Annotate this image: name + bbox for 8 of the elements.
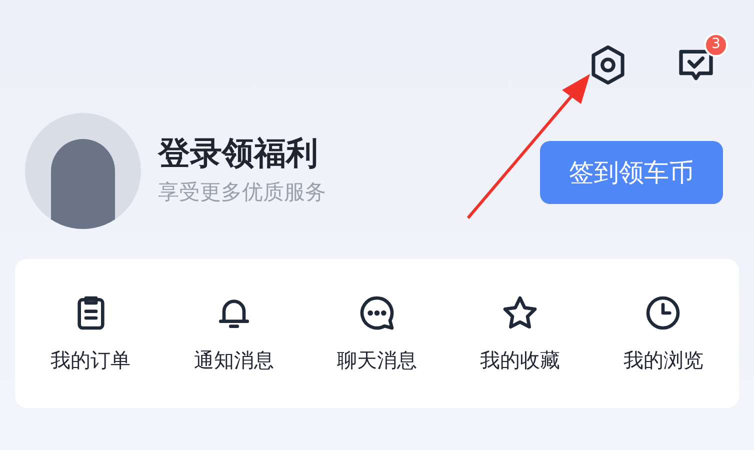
login-subtitle: 享受更多优质服务	[158, 179, 327, 206]
shortcut-item[interactable]: 我的订单	[50, 292, 131, 374]
shortcut-item[interactable]: 我的浏览	[623, 292, 704, 374]
shortcut-item[interactable]: 聊天消息	[336, 292, 417, 374]
shortcut-item[interactable]: 我的收藏	[480, 292, 560, 374]
notification-badge: 3	[704, 32, 728, 56]
shortcut-item[interactable]: 通知消息	[194, 292, 274, 374]
login-title[interactable]: 登录领福利	[158, 133, 540, 174]
